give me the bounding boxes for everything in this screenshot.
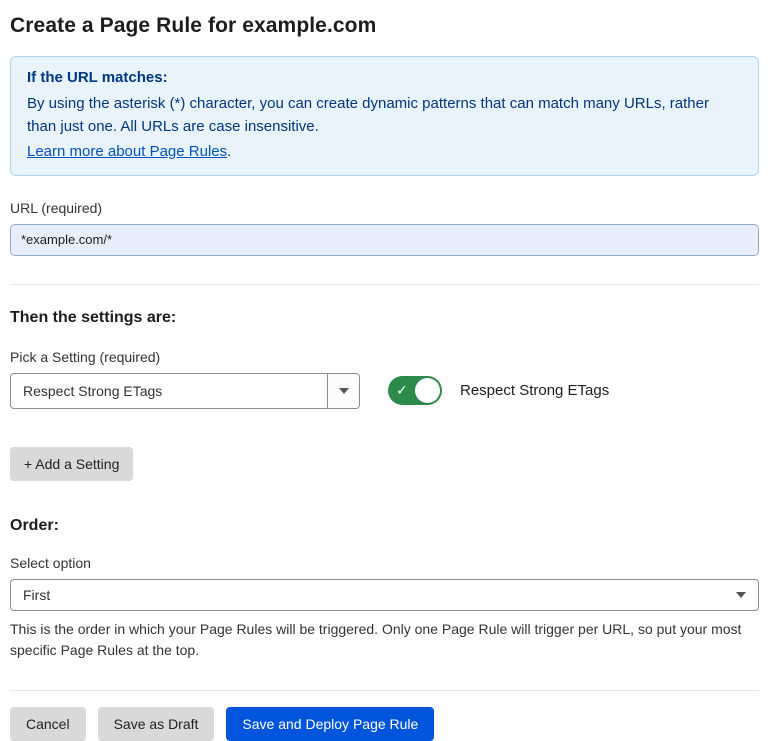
order-select[interactable]: First [10,579,759,611]
checkmark-icon: ✓ [396,381,408,399]
info-box-body: By using the asterisk (*) character, you… [27,92,742,139]
save-deploy-button[interactable]: Save and Deploy Page Rule [226,707,434,741]
info-box-link-line: Learn more about Page Rules. [27,143,742,161]
divider-top [10,284,759,285]
cancel-button[interactable]: Cancel [10,707,86,741]
etags-toggle-group: ✓ Respect Strong ETags [388,376,609,405]
order-section: Order: Select option First This is the o… [10,517,759,662]
learn-more-link[interactable]: Learn more about Page Rules [27,143,227,160]
page-rule-form: Create a Page Rule for example.com If th… [0,0,769,741]
info-box-heading: If the URL matches: [27,69,742,86]
order-select-value: First [23,587,50,603]
url-field-label: URL (required) [10,200,759,216]
settings-heading: Then the settings are: [10,309,759,327]
link-suffix: . [227,143,231,160]
footer-actions: Cancel Save as Draft Save and Deploy Pag… [10,690,759,741]
setting-select-value: Respect Strong ETags [11,374,327,408]
order-help-text: This is the order in which your Page Rul… [10,619,755,662]
order-select-label: Select option [10,555,759,571]
add-setting-button[interactable]: + Add a Setting [10,447,133,481]
etags-toggle-label: Respect Strong ETags [460,382,609,399]
setting-select[interactable]: Respect Strong ETags [10,373,360,409]
url-input[interactable] [10,224,759,256]
chevron-down-icon [736,592,746,598]
chevron-down-icon [339,388,349,394]
url-match-info-box: If the URL matches: By using the asteris… [10,56,759,176]
order-heading: Order: [10,517,759,535]
page-title: Create a Page Rule for example.com [10,14,759,38]
save-draft-button[interactable]: Save as Draft [98,707,215,741]
pick-setting-label: Pick a Setting (required) [10,349,759,365]
setting-select-arrow-button[interactable] [327,374,359,408]
toggle-knob [415,378,440,403]
setting-row: Respect Strong ETags ✓ Respect Strong ET… [10,373,759,409]
etags-toggle[interactable]: ✓ [388,376,442,405]
